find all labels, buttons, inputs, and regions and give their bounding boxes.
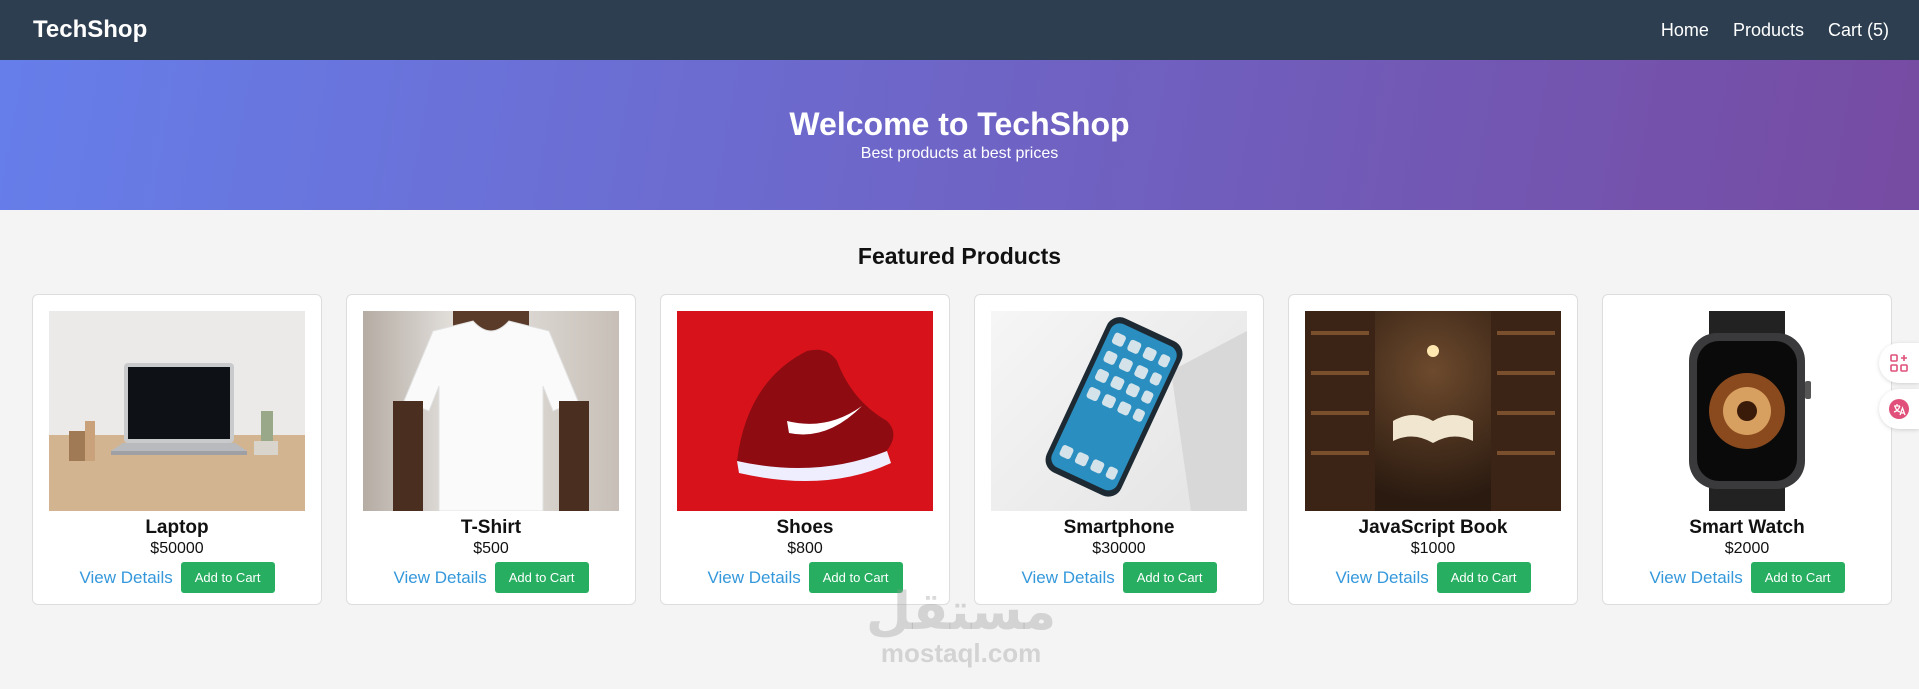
nav-link-products[interactable]: Products	[1733, 20, 1804, 41]
product-card: Shoes $800 View Details Add to Cart	[660, 294, 950, 605]
book-photo[interactable]	[1305, 311, 1561, 511]
product-price: $500	[473, 540, 509, 557]
brand-logo[interactable]: TechShop	[33, 16, 147, 44]
hero-banner: Welcome to TechShop Best products at bes…	[0, 60, 1919, 210]
product-name: JavaScript Book	[1358, 517, 1508, 538]
product-name: T-Shirt	[460, 517, 522, 538]
product-card: Smart Watch $2000 View Details Add to Ca…	[1602, 294, 1892, 605]
product-card: T-Shirt $500 View Details Add to Cart	[346, 294, 636, 605]
translate-icon[interactable]	[1879, 389, 1919, 429]
product-name: Shoes	[776, 517, 834, 538]
add-to-cart-button[interactable]: Add to Cart	[180, 562, 275, 593]
section-title: Featured Products	[857, 243, 1062, 269]
nav-link-cart[interactable]: Cart (5)	[1828, 20, 1889, 41]
view-details-link[interactable]: View Details	[394, 568, 487, 588]
add-to-cart-button[interactable]: Add to Cart	[1750, 562, 1845, 593]
product-price: $30000	[1092, 540, 1146, 557]
tshirt-photo[interactable]	[363, 311, 619, 511]
add-to-cart-button[interactable]: Add to Cart	[1436, 562, 1531, 593]
product-name: Smartphone	[1063, 517, 1175, 538]
view-details-link[interactable]: View Details	[1650, 568, 1743, 588]
product-card: Smartphone $30000 View Details Add to Ca…	[974, 294, 1264, 605]
product-name: Smart Watch	[1689, 517, 1805, 538]
view-details-link[interactable]: View Details	[80, 568, 173, 588]
product-price: $1000	[1410, 540, 1456, 557]
navbar: TechShop Home Products Cart (5)	[0, 0, 1919, 60]
watch-photo[interactable]	[1619, 311, 1875, 511]
watermark-latin: mostaql.com	[880, 638, 1042, 668]
nav-links: Home Products Cart (5)	[1661, 20, 1889, 41]
hero-title: Welcome to TechShop	[789, 106, 1130, 143]
add-to-cart-button[interactable]: Add to Cart	[494, 562, 589, 593]
product-card: Laptop $50000 View Details Add to Cart	[32, 294, 322, 605]
hero-subtitle: Best products at best prices	[860, 144, 1059, 162]
grid-add-icon[interactable]	[1879, 343, 1919, 383]
shoes-photo[interactable]	[677, 311, 933, 511]
nav-link-home[interactable]: Home	[1661, 20, 1709, 41]
watermark: مستقل mostaql.com	[866, 586, 1056, 669]
view-details-link[interactable]: View Details	[1336, 568, 1429, 588]
product-price: $800	[787, 540, 823, 557]
smartphone-photo[interactable]	[991, 311, 1247, 511]
watermark-arabic: مستقل	[866, 582, 1057, 642]
view-details-link[interactable]: View Details	[708, 568, 801, 588]
product-price: $50000	[150, 540, 204, 557]
product-grid: Laptop $50000 View Details Add to Cart T…	[0, 294, 1919, 605]
product-card: JavaScript Book $1000 View Details Add t…	[1288, 294, 1578, 605]
laptop-photo[interactable]	[49, 311, 305, 511]
product-price: $2000	[1724, 540, 1770, 557]
add-to-cart-button[interactable]: Add to Cart	[1122, 562, 1217, 593]
product-name: Laptop	[145, 517, 209, 538]
